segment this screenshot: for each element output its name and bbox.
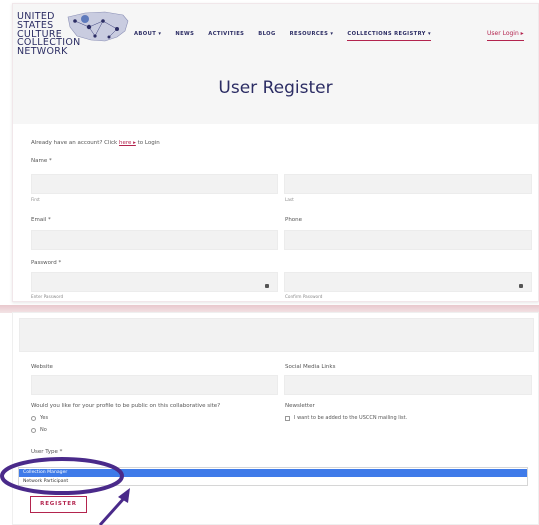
email-input[interactable] bbox=[31, 230, 278, 250]
confirm-password-input[interactable] bbox=[284, 272, 532, 292]
public-no-radio[interactable]: No bbox=[31, 427, 47, 433]
password-label: Password * bbox=[31, 260, 62, 266]
phone-input[interactable] bbox=[284, 230, 532, 250]
social-media-label: Social Media Links bbox=[285, 364, 336, 370]
login-here-link[interactable]: here ▸ bbox=[119, 140, 136, 146]
phone-label: Phone bbox=[285, 217, 303, 223]
public-yes-radio[interactable]: Yes bbox=[31, 415, 48, 421]
user-type-label: User Type * bbox=[31, 449, 63, 455]
nav-resources[interactable]: RESOURCES ▾ bbox=[290, 31, 334, 37]
register-page-top: UNITED STATES CULTURE COLLECTION NETWORK bbox=[12, 3, 539, 302]
site-logo[interactable]: UNITED STATES CULTURE COLLECTION NETWORK bbox=[15, 9, 130, 69]
last-name-sublabel: Last bbox=[285, 197, 294, 202]
nav-blog[interactable]: BLOG bbox=[258, 31, 275, 37]
nav-activities[interactable]: ACTIVITIES bbox=[208, 31, 244, 37]
radio-circle-icon bbox=[31, 415, 36, 421]
nav-about[interactable]: ABOUT ▾ bbox=[134, 31, 161, 37]
register-page-bottom: Website Social Media Links Would you lik… bbox=[12, 312, 539, 525]
user-type-option-network-participant[interactable]: Network Participant bbox=[19, 478, 68, 486]
site-header: UNITED STATES CULTURE COLLECTION NETWORK bbox=[13, 4, 538, 124]
confirm-password-sublabel: Confirm Password bbox=[285, 294, 323, 299]
radio-circle-icon bbox=[31, 427, 36, 433]
password-reveal-icon[interactable] bbox=[265, 284, 269, 288]
us-map-network-icon bbox=[67, 11, 129, 42]
first-name-sublabel: First bbox=[31, 197, 40, 202]
email-label: Email * bbox=[31, 217, 51, 223]
user-type-select[interactable]: Collection Manager Network Participant bbox=[18, 467, 528, 486]
nav-collections-registry[interactable]: COLLECTIONS REGISTRY ▾ bbox=[347, 31, 431, 41]
user-type-option-collection-manager[interactable]: Collection Manager bbox=[19, 469, 527, 477]
newsletter-checkbox[interactable]: I want to be added to the USCCN mailing … bbox=[285, 415, 407, 421]
nav-news[interactable]: NEWS bbox=[175, 31, 194, 37]
website-label: Website bbox=[31, 364, 53, 370]
login-prompt: Already have an account? Click here ▸ to… bbox=[31, 140, 160, 146]
enter-password-sublabel: Enter Password bbox=[31, 294, 64, 299]
page-title: User Register bbox=[218, 78, 333, 98]
register-button[interactable]: REGISTER bbox=[30, 496, 87, 513]
first-name-input[interactable] bbox=[31, 174, 278, 194]
password-input[interactable] bbox=[31, 272, 278, 292]
confirm-password-reveal-icon[interactable] bbox=[519, 284, 523, 288]
main-nav: ABOUT ▾ NEWS ACTIVITIES BLOG RESOURCES ▾… bbox=[134, 31, 445, 41]
social-media-input[interactable] bbox=[284, 375, 532, 395]
newsletter-label: Newsletter bbox=[285, 403, 315, 409]
public-profile-question: Would you like for your profile to be pu… bbox=[31, 403, 221, 409]
name-label: Name * bbox=[31, 158, 52, 164]
last-name-input[interactable] bbox=[284, 174, 532, 194]
bio-textarea[interactable] bbox=[19, 318, 534, 352]
user-login-link[interactable]: User Login ▸ bbox=[487, 30, 524, 41]
checkbox-icon bbox=[285, 415, 290, 421]
website-input[interactable] bbox=[31, 375, 278, 395]
